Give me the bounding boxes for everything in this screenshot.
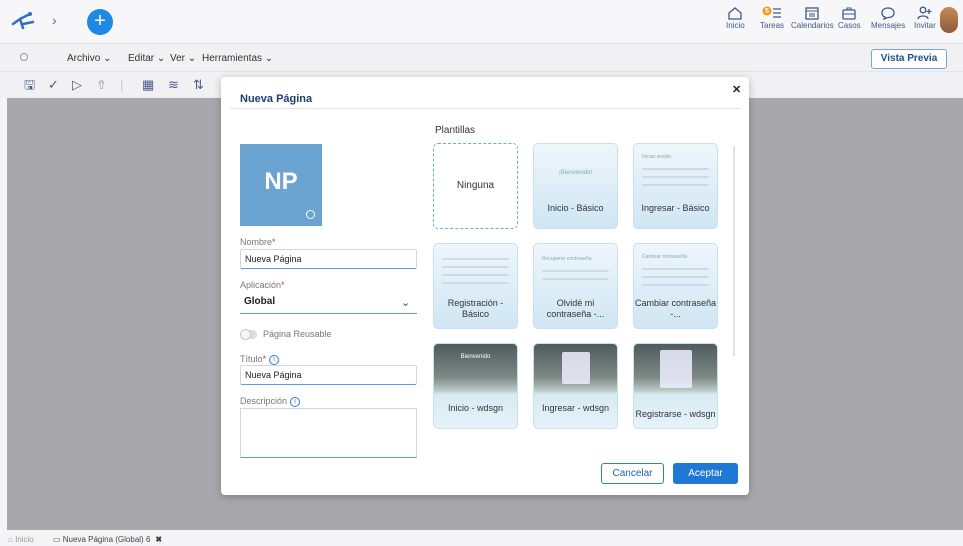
toggle-knob[interactable] bbox=[240, 329, 251, 340]
nav-tasks-label: Tareas bbox=[760, 21, 785, 30]
nav-messages[interactable]: Mensajes bbox=[871, 6, 905, 30]
template-preview-text: Recuperar contraseña bbox=[542, 256, 592, 262]
template-preview-mock bbox=[642, 162, 709, 202]
nav-invite[interactable]: Invitar bbox=[914, 6, 936, 30]
bottom-home-label: Inicio bbox=[15, 535, 34, 544]
aplicacion-label: Aplicación* bbox=[240, 280, 285, 290]
template-card-registrarse-wdsgn[interactable]: Registrarse - wdsgn bbox=[633, 343, 718, 429]
menu-archivo[interactable]: Archivo ⌄ bbox=[67, 53, 112, 64]
play-icon[interactable]: ▷ bbox=[72, 78, 82, 92]
reusable-label: Página Reusable bbox=[263, 329, 332, 339]
nav-invite-label: Invitar bbox=[914, 21, 936, 30]
template-label: Inicio - wdsgn bbox=[447, 403, 504, 413]
template-card-ingresar-wdsgn[interactable]: Ingresar - wdsgn bbox=[533, 343, 618, 429]
template-preview-text: Cambiar contraseña bbox=[642, 254, 688, 260]
chat-icon bbox=[881, 7, 895, 20]
page-icon: ▭ bbox=[53, 535, 63, 544]
template-preview-mock bbox=[642, 262, 709, 302]
nav-cases-label: Casos bbox=[838, 21, 861, 30]
status-circle-icon bbox=[20, 53, 28, 61]
titulo-input[interactable]: Nueva Página bbox=[240, 365, 417, 385]
user-avatar[interactable] bbox=[940, 7, 958, 33]
add-user-icon bbox=[917, 6, 932, 20]
dialog-divider bbox=[230, 108, 740, 109]
template-preview-form bbox=[660, 350, 692, 388]
dialog-title: Nueva Página bbox=[240, 93, 313, 105]
template-preview-text: Bienvenido bbox=[460, 354, 491, 360]
nav-cases[interactable]: Casos bbox=[838, 6, 861, 30]
bottom-page-label: Nueva Página (Global) 6 bbox=[62, 535, 151, 544]
nav-home[interactable]: Inicio bbox=[726, 6, 745, 30]
template-card-cambiar-contrasena[interactable]: Cambiar contraseña Cambiar contraseña -.… bbox=[633, 243, 718, 329]
template-card-olvide-contrasena[interactable]: Recuperar contraseña Olvidé mi contraseñ… bbox=[533, 243, 618, 329]
flow-icon[interactable]: ⇅ bbox=[193, 78, 204, 92]
template-card-inicio-wdsgn[interactable]: Bienvenido Inicio - wdsgn bbox=[433, 343, 518, 429]
info-icon[interactable]: i bbox=[290, 396, 301, 407]
menu-editar[interactable]: Editar ⌄ bbox=[128, 53, 165, 64]
info-icon[interactable]: i bbox=[269, 354, 280, 365]
bottom-home-tab[interactable]: ⌂ Inicio bbox=[8, 535, 34, 544]
template-label: Cambiar contraseña -... bbox=[634, 298, 717, 319]
add-button[interactable]: + bbox=[87, 9, 113, 35]
upload-icon[interactable] bbox=[306, 210, 315, 219]
briefcase-icon bbox=[842, 7, 856, 20]
aplicacion-select[interactable]: Global bbox=[240, 292, 417, 314]
template-label: Ingresar - wdsgn bbox=[541, 403, 610, 413]
titulo-label: Título* i bbox=[240, 354, 280, 365]
app-logo-icon[interactable] bbox=[10, 10, 36, 32]
preview-button[interactable]: Vista Previa bbox=[871, 49, 947, 69]
templates-label: Plantillas bbox=[435, 125, 476, 136]
accept-button[interactable]: Aceptar bbox=[673, 463, 738, 484]
chevron-down-icon[interactable]: ⌄ bbox=[401, 296, 410, 309]
toolbar-divider: | bbox=[120, 77, 124, 92]
check-icon[interactable]: ✓ bbox=[48, 78, 59, 92]
close-tab-icon[interactable]: ✖ bbox=[155, 535, 162, 544]
export-icon[interactable]: ⇮ bbox=[96, 78, 107, 92]
template-label: Olvidé mi contraseña -... bbox=[546, 298, 605, 319]
menu-herramientas[interactable]: Herramientas ⌄ bbox=[202, 53, 273, 64]
template-card-ingresar-basico[interactable]: Iniciar sesión Ingresar - Básico bbox=[633, 143, 718, 229]
nav-calendars-label: Calendarios bbox=[791, 21, 834, 30]
descripcion-textarea[interactable] bbox=[240, 408, 417, 458]
save-icon[interactable]: 🖫 bbox=[24, 78, 35, 92]
nombre-label: Nombre* bbox=[240, 237, 276, 247]
nav-messages-label: Mensajes bbox=[871, 21, 906, 30]
template-preview-text: ¡Bienvenido! bbox=[558, 170, 593, 176]
database-icon[interactable]: ≋ bbox=[168, 78, 179, 92]
template-card-registracion-basico[interactable]: Registración - Básico bbox=[433, 243, 518, 329]
tasks-badge: 5 bbox=[765, 8, 769, 15]
template-label: Ingresar - Básico bbox=[641, 203, 710, 213]
close-icon[interactable]: ✕ bbox=[732, 83, 741, 96]
menu-ver[interactable]: Ver ⌄ bbox=[170, 53, 196, 64]
bottom-page-tab[interactable]: ▭ Nueva Página (Global) 6 ✖ bbox=[53, 535, 162, 544]
template-label: Registración - Básico bbox=[447, 298, 504, 319]
template-label: Registrarse - wdsgn bbox=[635, 409, 716, 419]
template-preview-mock bbox=[442, 252, 509, 292]
template-preview-text: Iniciar sesión bbox=[642, 154, 672, 160]
components-icon[interactable]: ▦ bbox=[142, 78, 154, 92]
descripcion-label: Descripción i bbox=[240, 396, 301, 407]
template-label: Inicio - Básico bbox=[547, 203, 604, 213]
cancel-button[interactable]: Cancelar bbox=[601, 463, 664, 484]
chevron-right-icon[interactable]: › bbox=[52, 12, 57, 28]
calendar-icon bbox=[805, 7, 819, 20]
nombre-input[interactable]: Nueva Página bbox=[240, 249, 417, 269]
template-card-inicio-basico[interactable]: ¡Bienvenido! Inicio - Básico bbox=[533, 143, 618, 229]
home-icon bbox=[728, 7, 742, 20]
template-label: Ninguna bbox=[456, 180, 495, 191]
home-icon: ⌂ bbox=[8, 535, 16, 544]
template-card-none[interactable]: Ninguna bbox=[433, 143, 518, 229]
templates-scrollbar[interactable] bbox=[733, 146, 735, 356]
template-preview-form bbox=[562, 352, 590, 384]
nav-home-label: Inicio bbox=[726, 21, 745, 30]
nav-calendars[interactable]: Calendarios bbox=[791, 6, 834, 30]
